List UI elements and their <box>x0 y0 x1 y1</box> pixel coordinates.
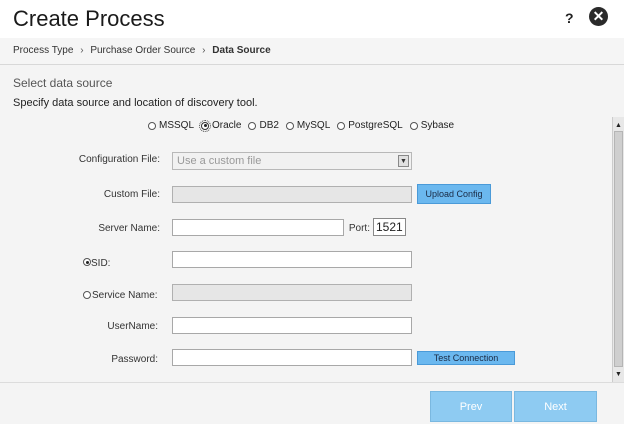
service-name-field <box>172 284 412 301</box>
config-file-select[interactable]: Use a custom file ▼ <box>172 152 412 170</box>
upload-config-button[interactable]: Upload Config <box>417 184 491 204</box>
scrollbar-thumb[interactable] <box>614 131 623 367</box>
vertical-scrollbar[interactable]: ▲ ▼ <box>612 117 624 382</box>
radio-sybase[interactable] <box>409 121 418 130</box>
config-file-value: Use a custom file <box>177 155 262 167</box>
db-type-radio-group: MSSQL Oracle DB2 MySQL PostgreSQL Sybase <box>148 119 461 132</box>
chevron-down-icon[interactable]: ▼ <box>398 155 409 167</box>
port-input[interactable]: 1521 <box>373 218 406 236</box>
close-icon[interactable]: ✕ <box>589 7 608 26</box>
server-name-label: Server Name: <box>98 223 160 234</box>
breadcrumb-process-type[interactable]: Process Type <box>13 45 73 56</box>
service-name-label: Service Name: <box>92 290 158 301</box>
db-option-mssql[interactable]: MSSQL <box>148 120 194 131</box>
breadcrumb-data-source: Data Source <box>212 45 271 56</box>
service-name-radio-button[interactable] <box>83 291 91 299</box>
test-connection-button[interactable]: Test Connection <box>417 351 515 365</box>
radio-mssql[interactable] <box>148 121 156 130</box>
db-option-postgresql[interactable]: PostgreSQL <box>337 120 403 131</box>
title-bar: Create Process ? ✕ <box>0 0 624 38</box>
server-name-input[interactable] <box>172 219 344 236</box>
breadcrumb: Process Type › Purchase Order Source › D… <box>13 45 271 56</box>
sid-input[interactable] <box>172 251 412 268</box>
breadcrumb-separator: › <box>202 45 206 56</box>
section-title: Select data source <box>13 76 113 90</box>
db-option-db2[interactable]: DB2 <box>248 120 279 131</box>
port-label: Port: <box>348 223 370 234</box>
footer: Prev Next <box>0 382 624 424</box>
scroll-down-icon[interactable]: ▼ <box>613 369 624 380</box>
password-input[interactable] <box>172 349 412 366</box>
config-file-label: Configuration File: <box>78 154 160 165</box>
radio-oracle[interactable] <box>199 119 212 132</box>
custom-file-label: Custom File: <box>103 189 160 200</box>
password-label: Password: <box>111 354 158 365</box>
db-option-mysql[interactable]: MySQL <box>285 120 330 131</box>
username-input[interactable] <box>172 317 412 334</box>
db-option-sybase[interactable]: Sybase <box>409 120 454 131</box>
help-icon[interactable]: ? <box>565 10 574 26</box>
section-description: Specify data source and location of disc… <box>13 97 258 109</box>
breadcrumb-separator: › <box>80 45 84 56</box>
next-button[interactable]: Next <box>514 391 597 422</box>
sid-radio-button[interactable] <box>83 258 91 266</box>
db-option-oracle[interactable]: Oracle <box>199 119 241 132</box>
prev-button[interactable]: Prev <box>430 391 512 422</box>
breadcrumb-purchase-order-source[interactable]: Purchase Order Source <box>90 45 195 56</box>
custom-file-field <box>172 186 412 203</box>
sid-label: SID: <box>91 258 111 269</box>
radio-mysql[interactable] <box>285 121 294 130</box>
radio-postgresql[interactable] <box>337 121 346 130</box>
content-panel: Select data source Specify data source a… <box>0 65 624 382</box>
username-label: UserName: <box>107 321 158 332</box>
radio-db2[interactable] <box>248 121 257 130</box>
scroll-up-icon[interactable]: ▲ <box>613 120 624 131</box>
window-title: Create Process <box>13 6 165 31</box>
